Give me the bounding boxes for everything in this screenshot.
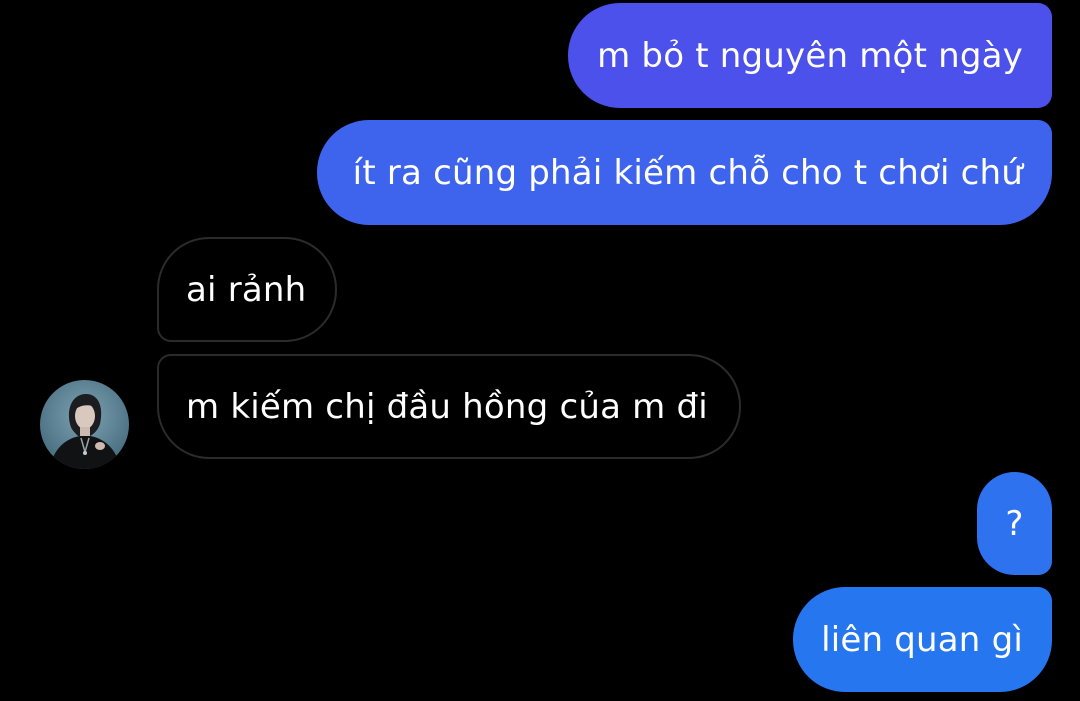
message-bubble-incoming[interactable]: m kiếm chị đầu hồng của m đi [157, 354, 741, 459]
message-bubble-incoming[interactable]: ai rảnh [157, 237, 337, 342]
message-bubble-outgoing[interactable]: ? [977, 472, 1052, 575]
message-bubble-outgoing[interactable]: m bỏ t nguyên một ngày [568, 3, 1052, 108]
message-text: m bỏ t nguyên một ngày [597, 35, 1023, 76]
message-bubble-outgoing[interactable]: ít ra cũng phải kiếm chỗ cho t chơi chứ [317, 120, 1052, 225]
message-text: ai rảnh [186, 269, 307, 310]
message-bubble-outgoing[interactable]: liên quan gì [793, 587, 1052, 692]
message-text: ? [1005, 503, 1024, 544]
message-text: liên quan gì [821, 619, 1023, 660]
message-text: ít ra cũng phải kiếm chỗ cho t chơi chứ [352, 152, 1023, 193]
contact-avatar[interactable] [40, 380, 129, 469]
avatar-image [40, 380, 129, 469]
message-text: m kiếm chị đầu hồng của m đi [186, 386, 708, 427]
